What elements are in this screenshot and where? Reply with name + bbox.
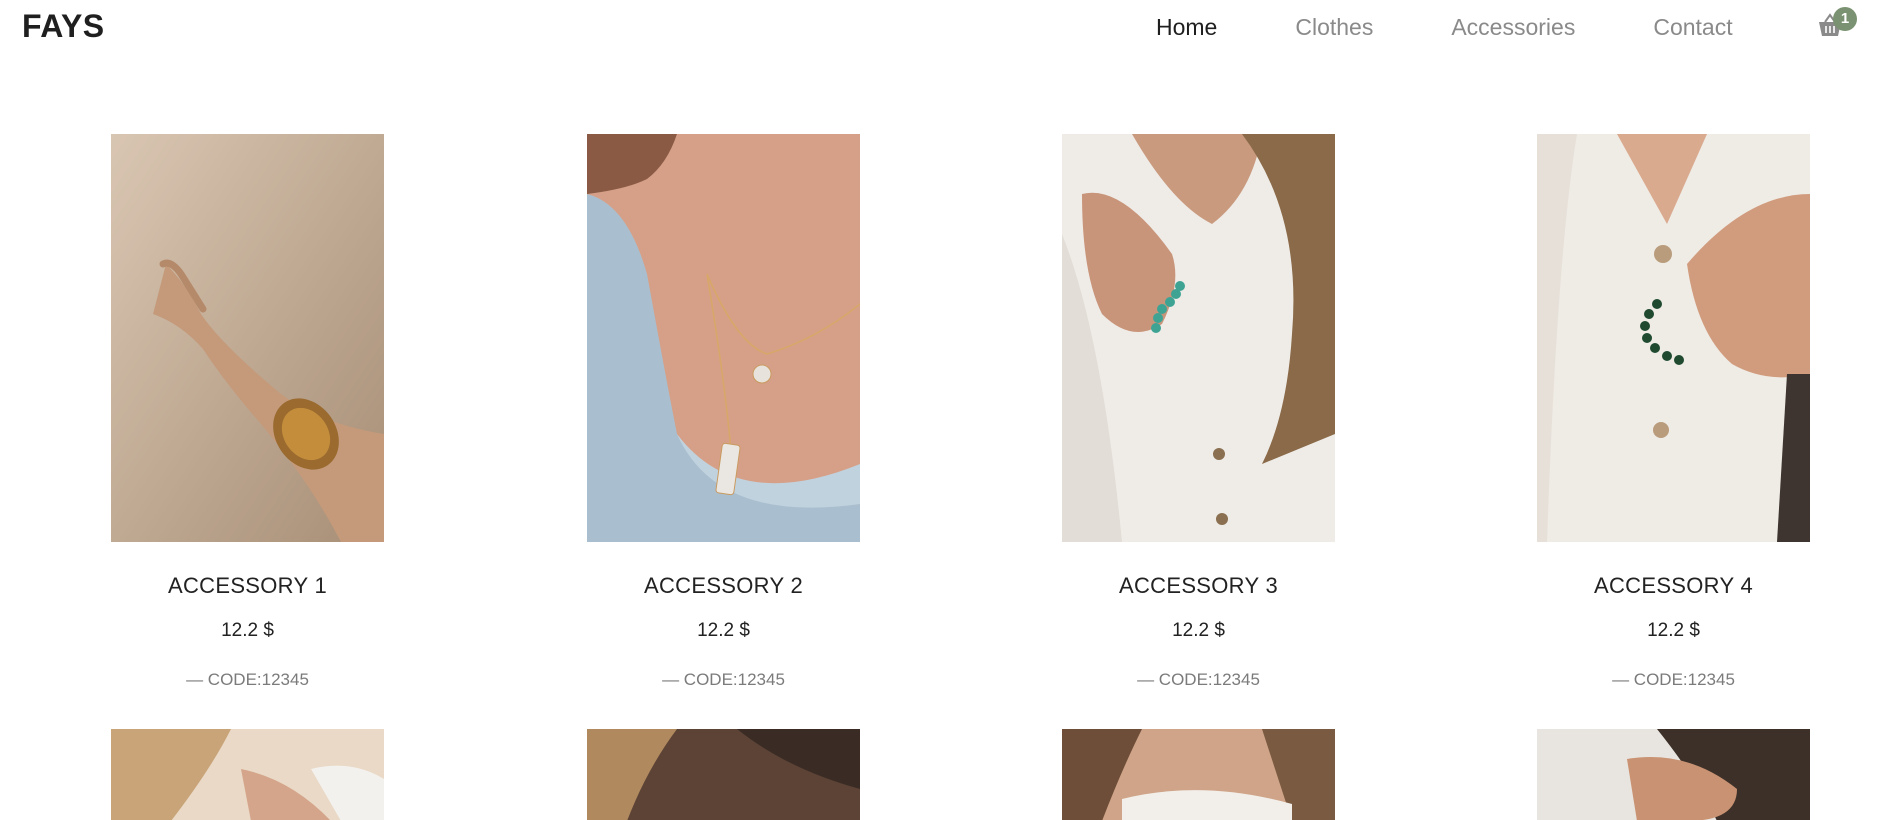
nav-accessories[interactable]: Accessories — [1451, 14, 1575, 41]
product-price: 12.2 $ — [1172, 620, 1225, 641]
nav-home[interactable]: Home — [1156, 14, 1217, 41]
product-code: — CODE:12345 — [662, 670, 785, 689]
cart-button[interactable]: 1 — [1816, 7, 1857, 42]
product-code: — CODE:12345 — [1612, 670, 1735, 689]
product-price: 12.2 $ — [697, 620, 750, 641]
product-card[interactable]: ACCESSORY 3 12.2 $ — CODE:12345 — [1062, 134, 1335, 690]
product-image[interactable] — [111, 134, 384, 542]
product-price: 12.2 $ — [1647, 620, 1700, 641]
product-image[interactable] — [111, 729, 384, 820]
product-price: 12.2 $ — [221, 620, 274, 641]
nav-contact[interactable]: Contact — [1653, 14, 1732, 41]
product-name[interactable]: ACCESSORY 4 — [1537, 573, 1810, 599]
product-image[interactable] — [587, 134, 860, 542]
brand-logo[interactable]: FAYS — [22, 8, 105, 45]
product-code: — CODE:12345 — [1137, 670, 1260, 689]
product-image[interactable] — [587, 729, 860, 820]
product-name[interactable]: ACCESSORY 3 — [1062, 573, 1335, 599]
navbar: FAYS Home Clothes Accessories Contact 1 — [0, 0, 1879, 58]
product-code: — CODE:12345 — [186, 670, 309, 689]
product-name[interactable]: ACCESSORY 2 — [587, 573, 860, 599]
product-image[interactable] — [1537, 134, 1810, 542]
main-nav: Home Clothes Accessories Contact — [1156, 14, 1811, 41]
product-card[interactable]: ACCESSORY 2 12.2 $ — CODE:12345 — [587, 134, 860, 690]
cart-count-badge: 1 — [1833, 7, 1857, 31]
product-image[interactable] — [1062, 134, 1335, 542]
product-card[interactable]: ACCESSORY 1 12.2 $ — CODE:12345 — [111, 134, 384, 690]
product-card[interactable]: ACCESSORY 4 12.2 $ — CODE:12345 — [1537, 134, 1810, 690]
nav-clothes[interactable]: Clothes — [1295, 14, 1373, 41]
product-image[interactable] — [1062, 729, 1335, 820]
product-name[interactable]: ACCESSORY 1 — [111, 573, 384, 599]
product-image[interactable] — [1537, 729, 1810, 820]
